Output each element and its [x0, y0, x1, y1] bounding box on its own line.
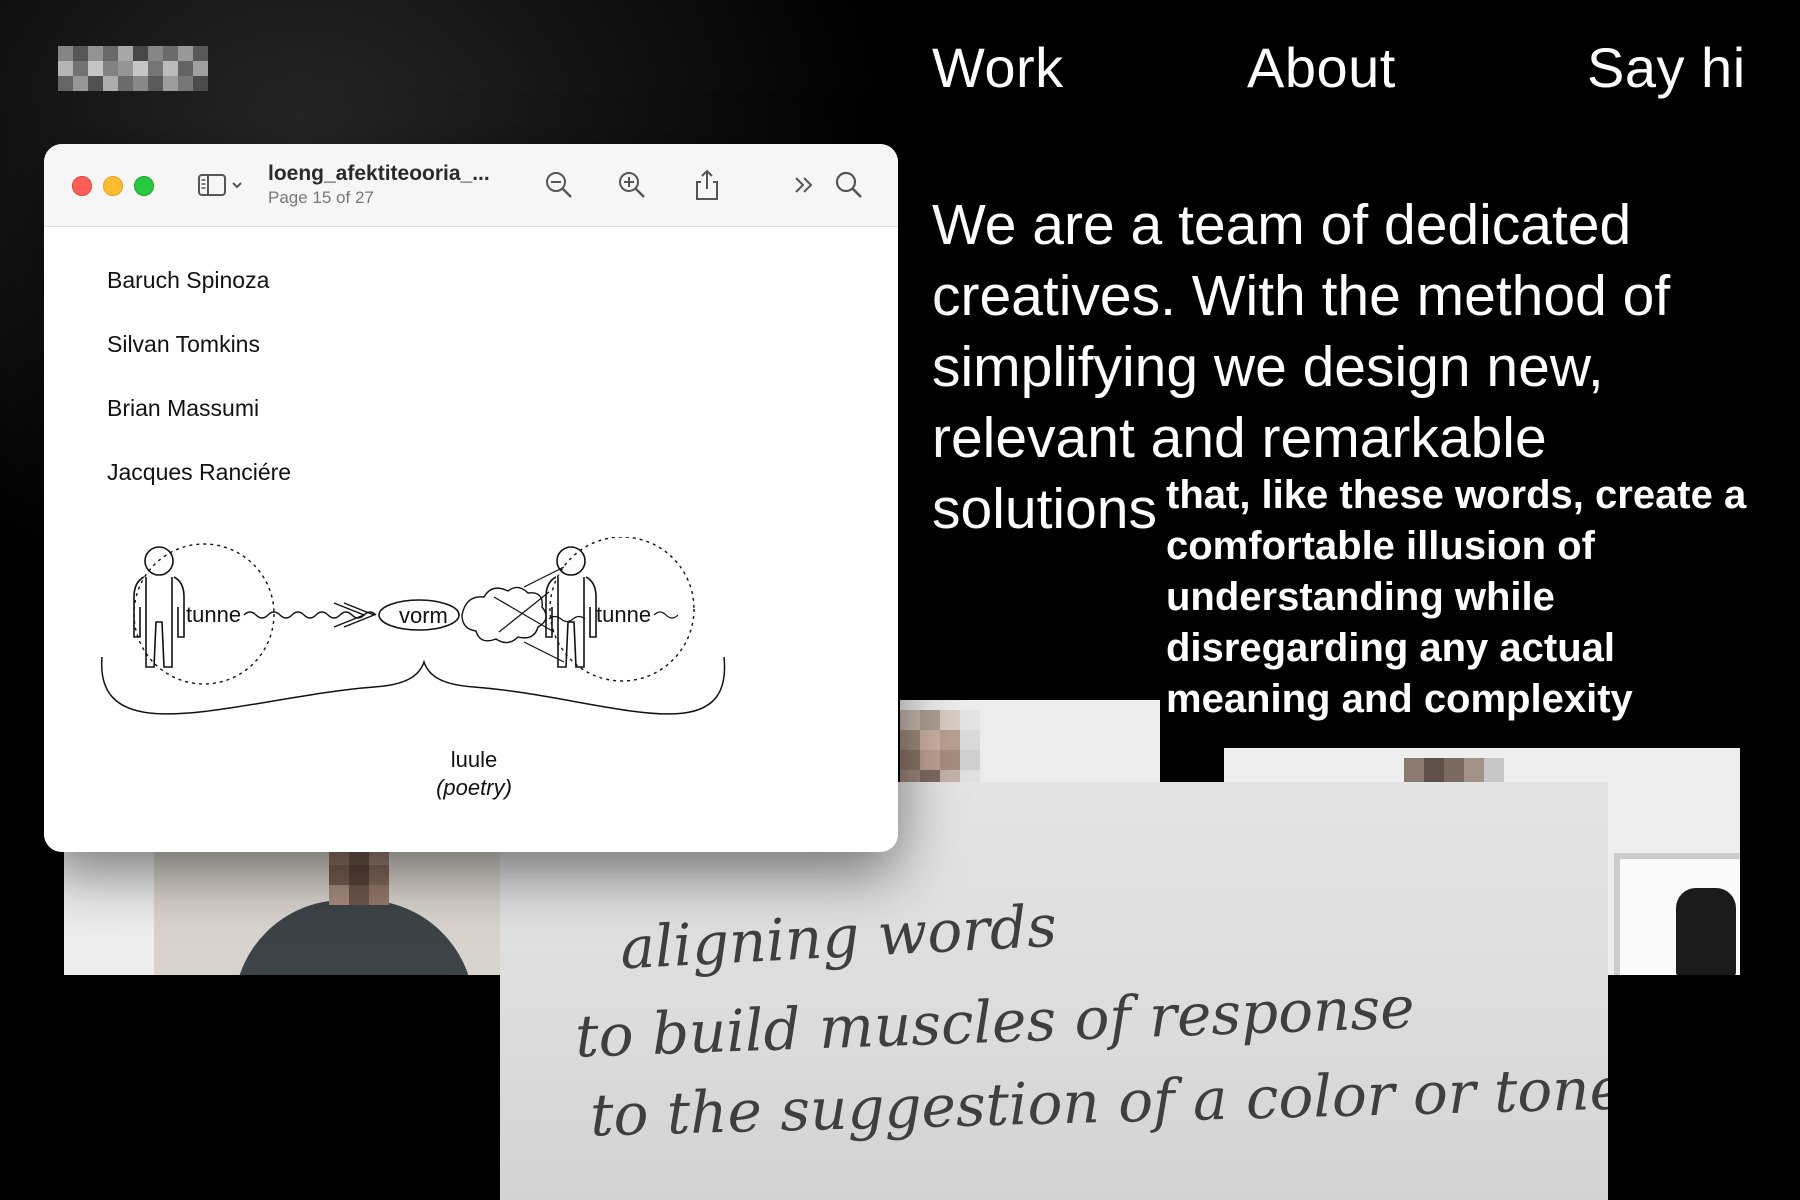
cloud-shape: [461, 586, 547, 644]
page-indicator: Page 15 of 27: [268, 188, 374, 207]
document-page[interactable]: Baruch Spinoza Silvan Tomkins Brian Mass…: [44, 227, 898, 852]
maximize-window-button[interactable]: [134, 176, 154, 196]
hero-tagline: that, like these words, create a comfort…: [1166, 473, 1747, 721]
diagram-right-label: tunne: [596, 602, 651, 627]
hanging-coat: [1676, 888, 1736, 975]
pixelated-face: [900, 710, 980, 790]
diagram-bottom-sublabel: (poetry): [436, 775, 512, 800]
share-icon[interactable]: [688, 166, 726, 204]
philosopher-list: Baruch Spinoza Silvan Tomkins Brian Mass…: [107, 267, 291, 523]
document-title: loeng_afektiteooria_...: [268, 162, 490, 185]
left-figure: [133, 546, 185, 668]
list-item: Jacques Ranciére: [107, 459, 292, 485]
diagram-left-label: tunne: [186, 602, 241, 627]
more-chevrons-icon[interactable]: [785, 166, 823, 204]
diagram-bottom-label: luule: [450, 747, 498, 772]
nav-about[interactable]: About: [1247, 36, 1396, 100]
viewer-toolbar: loeng_afektiteooria_... Page 15 of 27: [44, 144, 898, 227]
photo-person-left: [64, 845, 504, 975]
handwriting-line-2: to build muscles of response: [574, 973, 1416, 1071]
diagram-center-label: vorm: [399, 603, 448, 628]
page: Work About Say hi We are a team of dedic…: [0, 0, 1800, 1200]
list-item: Brian Massumi: [107, 395, 260, 421]
close-window-button[interactable]: [72, 176, 92, 196]
list-item: Baruch Spinoza: [107, 267, 270, 293]
zoom-out-icon[interactable]: [540, 166, 578, 204]
nav-say-hi[interactable]: Say hi: [1587, 36, 1746, 100]
sidebar-toggle-icon[interactable]: [194, 166, 250, 204]
bottom-brace: [101, 656, 726, 715]
list-item: Silvan Tomkins: [107, 331, 260, 357]
nav-work[interactable]: Work: [932, 36, 1064, 100]
pixelated-face: [329, 845, 389, 905]
left-wave-line: [243, 611, 377, 619]
zoom-in-icon[interactable]: [613, 166, 651, 204]
poetry-diagram: tunne vorm tunne: [101, 537, 726, 715]
search-icon[interactable]: [830, 166, 868, 204]
handwriting-line-3: to the suggestion of a color or tone: [589, 1054, 1608, 1150]
right-figure: [545, 546, 597, 668]
pdf-viewer-window[interactable]: loeng_afektiteooria_... Page 15 of 27 Ba…: [44, 144, 898, 852]
handwriting-line-1: aligning words: [618, 891, 1059, 983]
minimize-window-button[interactable]: [103, 176, 123, 196]
site-logo[interactable]: [58, 46, 208, 92]
